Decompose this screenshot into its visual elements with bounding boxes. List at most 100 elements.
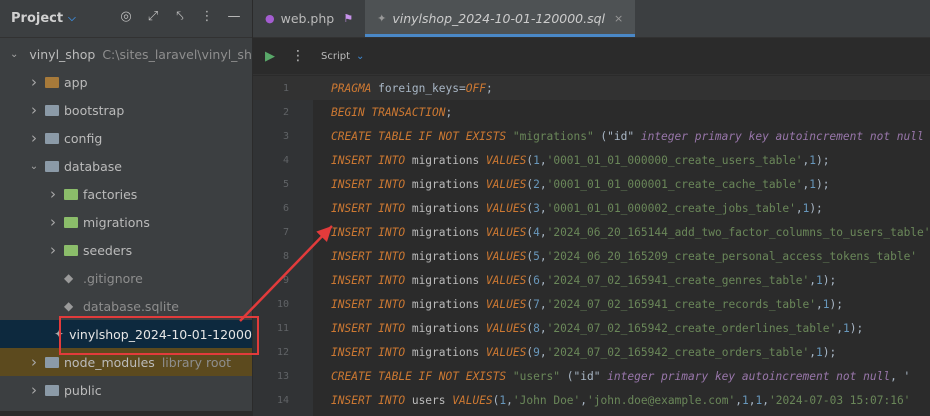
code-token: migrations [411, 321, 486, 335]
code-token: ( [526, 177, 534, 191]
code-token: 1 [755, 393, 763, 407]
chevron-icon[interactable]: › [48, 213, 58, 231]
code-token: , [539, 345, 547, 359]
line-number: 10 [276, 298, 289, 310]
code-token: , [809, 273, 817, 287]
code-token: "migrations" [512, 129, 594, 143]
code-token: '2024_06_20_165144_add_two_factor_column… [546, 225, 930, 239]
pin-icon[interactable]: ⚑ [343, 12, 353, 25]
tab-web-php[interactable]: ● web.php ⚑ [253, 0, 365, 37]
code-token: VALUES [485, 249, 527, 263]
line-number: 8 [282, 250, 289, 262]
code-token: integer primary key autoincrement not nu… [607, 369, 891, 383]
code-token: 1 [533, 153, 540, 167]
code-line: 13 CREATE TABLE IF NOT EXISTS "users" ("i… [253, 364, 930, 388]
code-token: 1 [802, 201, 810, 215]
code-token: , ' [890, 369, 911, 383]
code-token: , [539, 225, 547, 239]
code-token: ); [816, 153, 830, 167]
tree-item-label: node_modules [64, 354, 155, 370]
code-token: INSERT INTO [331, 273, 412, 287]
project-header-icons: ◎ ⤢ ⤣ ⋮ — [118, 9, 242, 24]
code-token: , [539, 177, 547, 191]
tab-sql-file[interactable]: ✦ vinylshop_2024-10-01-120000.sql × [365, 0, 636, 37]
chevron-down-icon: ⌄ [356, 50, 365, 62]
chevron-icon[interactable]: › [48, 241, 58, 259]
code-token: VALUES [485, 297, 527, 311]
code-token: , [795, 201, 803, 215]
line-number: 14 [276, 394, 289, 406]
chevron-icon[interactable]: › [48, 185, 58, 203]
code-token: INSERT INTO [331, 345, 412, 359]
code-token: ( [526, 225, 534, 239]
code-line: 6 INSERT INTO migrations VALUES(3, '0001_0… [253, 196, 930, 220]
chevron-icon[interactable]: › [29, 353, 39, 371]
chevron-icon[interactable]: › [29, 101, 39, 119]
code-line: 7 INSERT INTO migrations VALUES(4, '2024_0… [253, 220, 930, 244]
project-title[interactable]: Project [11, 11, 63, 26]
folder-icon [45, 356, 59, 368]
code-token: '0001_01_01_000000_create_users_table' [546, 153, 803, 167]
code-token: , [539, 249, 547, 263]
code-token: VALUES [485, 321, 527, 335]
code-token: 1 [809, 177, 817, 191]
code-line: 10 INSERT INTO migrations VALUES(7, '2024_… [253, 292, 930, 316]
folder-icon [45, 76, 59, 88]
tree-item-label: vinyl_shop [29, 46, 96, 62]
folder-icon [64, 244, 78, 256]
code-token: '2024_07_02_165941_create_records_table' [546, 297, 817, 311]
line-number: 2 [282, 106, 289, 118]
chevron-down-icon[interactable]: ⌵ [68, 13, 76, 24]
more-icon[interactable]: ⋮ [291, 48, 305, 64]
chevron-icon[interactable]: › [29, 73, 39, 91]
code-line: 11 INSERT INTO migrations VALUES(8, '2024_… [253, 316, 930, 340]
more-icon[interactable]: ⋮ [199, 9, 215, 24]
code-token: , [506, 393, 513, 407]
expand-icon[interactable]: ⤢ [145, 9, 161, 24]
target-icon[interactable]: ◎ [118, 9, 134, 24]
code-token: ( [526, 153, 534, 167]
file-icon: ◆ [64, 299, 74, 313]
folder-icon [45, 160, 59, 172]
chevron-icon[interactable]: › [29, 129, 39, 147]
code-token: 8 [533, 321, 540, 335]
line-number: 1 [282, 82, 289, 94]
code-token: , [539, 201, 547, 215]
tree-item-factories[interactable]: › factories [0, 180, 252, 208]
tree-item--gitignore[interactable]: ◆ .gitignore [0, 264, 252, 292]
folder-icon [45, 384, 59, 396]
close-icon[interactable]: × [614, 12, 623, 25]
code-token: 1 [809, 153, 817, 167]
code-token: 1 [816, 273, 823, 287]
chevron-icon[interactable]: ⌄ [29, 161, 39, 172]
highlight-box [59, 316, 259, 355]
script-dropdown[interactable]: Script ⌄ [321, 51, 364, 62]
code-token: ); [829, 297, 843, 311]
minimize-icon[interactable]: — [226, 9, 242, 24]
code-token: '2024_07_02_165942_create_orders_table' [546, 345, 810, 359]
code-token: INSERT INTO [331, 321, 412, 335]
code-token: ); [849, 321, 864, 335]
tree-item-config[interactable]: › config [0, 124, 252, 152]
code-token: "users" [512, 369, 561, 383]
tree-item-bootstrap[interactable]: › bootstrap [0, 96, 252, 124]
tree-item-vinyl-shop[interactable]: ⌄ vinyl_shop C:\sites_laravel\vinyl_shop [0, 40, 252, 68]
tree-item-seeders[interactable]: › seeders [0, 236, 252, 264]
tree-item-app[interactable]: › app [0, 68, 252, 96]
editor-toolbar: ▶ ⋮ Script ⌄ [253, 38, 930, 75]
code-token: 1 [816, 345, 823, 359]
code-token: , [802, 177, 810, 191]
tree-item-database[interactable]: ⌄ database [0, 152, 252, 180]
code-token: ( [526, 201, 534, 215]
collapse-icon[interactable]: ⤣ [172, 9, 188, 24]
script-label: Script [321, 50, 351, 62]
line-number: 4 [282, 154, 289, 166]
chevron-icon[interactable]: ⌄ [10, 49, 18, 60]
code-token: , [802, 153, 810, 167]
code-token: 1 [499, 393, 507, 407]
tree-item-public[interactable]: › public [0, 376, 252, 404]
chevron-icon[interactable]: › [29, 381, 39, 399]
run-icon[interactable]: ▶ [265, 49, 275, 64]
tree-item-migrations[interactable]: › migrations [0, 208, 252, 236]
tree-item-label: .gitignore [83, 270, 143, 286]
